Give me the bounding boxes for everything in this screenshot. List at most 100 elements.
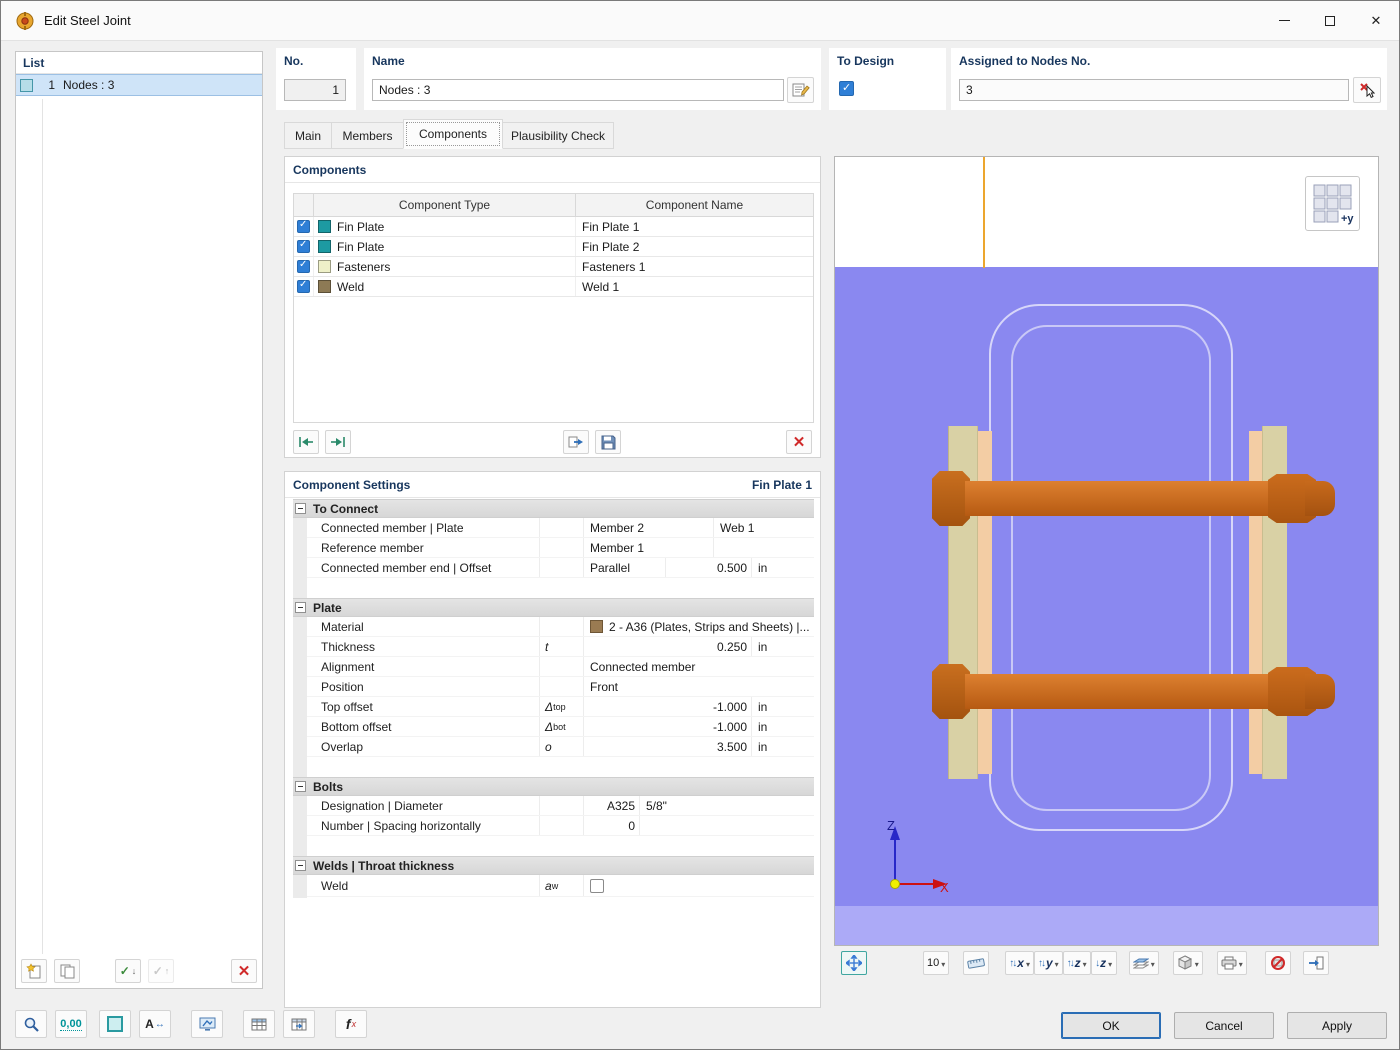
move-component-down-button[interactable]: [325, 430, 351, 454]
view-3d-button[interactable]: [191, 1010, 223, 1038]
copy-joint-button[interactable]: [54, 959, 80, 983]
setting-row-position[interactable]: Position Front: [307, 677, 814, 697]
maximize-button[interactable]: [1307, 1, 1353, 40]
new-joint-button[interactable]: [21, 959, 47, 983]
section-to-connect[interactable]: To Connect: [293, 499, 814, 518]
setting-row-material[interactable]: Material 2 - A36 (Plates, Strips and She…: [307, 617, 814, 637]
close-button[interactable]: [1353, 1, 1399, 40]
setting-value[interactable]: Member 2: [583, 518, 713, 537]
setting-row-alignment[interactable]: Alignment Connected member: [307, 657, 814, 677]
setting-row-bottom-offset[interactable]: Bottom offset Δbot -1.000 in: [307, 717, 814, 737]
table-export-button[interactable]: [283, 1010, 315, 1038]
remove-clipping-button[interactable]: [1264, 951, 1291, 975]
setting-row-thickness[interactable]: Thickness t 0.250 in: [307, 637, 814, 657]
setting-row-member-end-offset[interactable]: Connected member end | Offset Parallel 0…: [307, 558, 814, 578]
assigned-nodes-input[interactable]: 3: [959, 79, 1349, 101]
setting-number[interactable]: -1.000: [583, 717, 751, 736]
component-checkbox[interactable]: [297, 279, 310, 293]
import-component-button[interactable]: [563, 430, 589, 454]
view-cube-dropdown[interactable]: [1172, 951, 1203, 975]
decimal-places-button[interactable]: 0,00: [55, 1010, 87, 1038]
reverse-z-view-button[interactable]: ↓ z: [1090, 951, 1117, 975]
deselect-all-button[interactable]: ✓ ↑: [148, 959, 174, 983]
save-component-button[interactable]: [595, 430, 621, 454]
component-checkbox[interactable]: [297, 259, 310, 273]
setting-number[interactable]: 0.500: [665, 558, 751, 577]
delete-component-button[interactable]: ✕: [786, 430, 812, 454]
setting-number[interactable]: 0.250: [583, 637, 751, 656]
ok-button[interactable]: OK: [1061, 1012, 1161, 1039]
setting-value[interactable]: 2 - A36 (Plates, Strips and Sheets) |...: [583, 617, 814, 636]
setting-row-reference-member[interactable]: Reference member Member 1: [307, 538, 814, 558]
collapse-icon[interactable]: [295, 503, 306, 514]
setting-row-designation-diameter[interactable]: Designation | Diameter A325 5/8": [307, 796, 814, 816]
formula-button[interactable]: fx: [335, 1010, 367, 1038]
to-design-checkbox[interactable]: [839, 81, 854, 96]
edit-name-button[interactable]: [787, 77, 814, 103]
component-row-fin-plate-2[interactable]: Fin Plate Fin Plate 2: [294, 237, 813, 257]
minimize-button[interactable]: [1261, 1, 1307, 40]
setting-row-number-spacing[interactable]: Number | Spacing horizontally 0: [307, 816, 814, 836]
measure-button[interactable]: [963, 951, 990, 975]
print-dropdown[interactable]: [1216, 951, 1247, 975]
setting-value-2[interactable]: [713, 538, 814, 557]
setting-value-2[interactable]: 5/8": [639, 796, 814, 815]
component-checkbox[interactable]: [297, 239, 310, 253]
setting-value[interactable]: Parallel: [583, 558, 665, 577]
setting-number[interactable]: -1.000: [583, 697, 751, 716]
table-layout-button[interactable]: [243, 1010, 275, 1038]
setting-symbol: o: [539, 737, 583, 756]
title-bar[interactable]: Edit Steel Joint: [1, 1, 1399, 41]
list-item-number: 1: [48, 78, 55, 92]
decimal-precision-dropdown[interactable]: 10: [923, 951, 950, 975]
setting-value-2[interactable]: Web 1: [713, 518, 814, 537]
apply-button[interactable]: Apply: [1287, 1012, 1387, 1039]
setting-row-overlap[interactable]: Overlap o 3.500 in: [307, 737, 814, 757]
setting-row-connected-member-plate[interactable]: Connected member | Plate Member 2 Web 1: [307, 518, 814, 538]
3d-viewport[interactable]: +y Z X: [834, 156, 1379, 946]
component-row-fasteners-1[interactable]: Fasteners Fasteners 1: [294, 257, 813, 277]
setting-row-weld[interactable]: Weld aw: [307, 875, 814, 897]
setting-number[interactable]: 3.500: [583, 737, 751, 756]
tab-members[interactable]: Members: [331, 122, 404, 149]
fasteners-color-swatch: [318, 260, 331, 273]
collapse-icon[interactable]: [295, 602, 306, 613]
chevron-down-icon: [1239, 956, 1243, 970]
collapse-icon[interactable]: [295, 860, 306, 871]
section-welds[interactable]: Welds | Throat thickness: [293, 856, 814, 875]
flip-z-view-button[interactable]: ↑↓ z: [1062, 951, 1091, 975]
move-component-up-button[interactable]: [293, 430, 319, 454]
tab-components[interactable]: Components: [403, 119, 503, 149]
setting-value[interactable]: Member 1: [583, 538, 713, 557]
component-row-weld-1[interactable]: Weld Weld 1: [294, 277, 813, 297]
list-item-nodes-3[interactable]: 1 Nodes : 3: [16, 74, 262, 96]
setting-row-top-offset[interactable]: Top offset Δtop -1.000 in: [307, 697, 814, 717]
setting-value[interactable]: A325: [583, 796, 639, 815]
weld-checkbox[interactable]: [590, 878, 604, 893]
annotation-font-button[interactable]: A ↔: [139, 1010, 171, 1038]
tab-plausibility-check[interactable]: Plausibility Check: [502, 122, 614, 149]
find-node-button[interactable]: [15, 1010, 47, 1038]
section-plate[interactable]: Plate: [293, 598, 814, 617]
flip-x-view-button[interactable]: ↑↓ x: [1005, 951, 1034, 975]
flip-y-view-button[interactable]: ↑↓ y: [1033, 951, 1063, 975]
joint-number-field[interactable]: 1: [284, 79, 346, 101]
pick-nodes-button[interactable]: [1353, 77, 1381, 103]
export-view-button[interactable]: [1302, 951, 1329, 975]
select-all-button[interactable]: ✓ ↓: [115, 959, 141, 983]
setting-value[interactable]: 0: [583, 816, 639, 835]
setting-value[interactable]: Front: [583, 677, 814, 696]
component-row-fin-plate-1[interactable]: Fin Plate Fin Plate 1: [294, 217, 813, 237]
setting-value[interactable]: Connected member: [583, 657, 814, 676]
component-checkbox[interactable]: [297, 219, 310, 233]
color-swatch-button[interactable]: [99, 1010, 131, 1038]
delete-joint-button[interactable]: ✕: [231, 959, 257, 983]
cancel-button[interactable]: Cancel: [1174, 1012, 1274, 1039]
joint-name-input[interactable]: Nodes : 3: [372, 79, 784, 101]
collapse-icon[interactable]: [295, 781, 306, 792]
tab-main[interactable]: Main: [284, 122, 332, 149]
display-layers-dropdown[interactable]: [1128, 951, 1159, 975]
view-orientation-widget[interactable]: +y: [1305, 176, 1360, 231]
fit-view-button[interactable]: [841, 951, 867, 975]
section-bolts[interactable]: Bolts: [293, 777, 814, 796]
